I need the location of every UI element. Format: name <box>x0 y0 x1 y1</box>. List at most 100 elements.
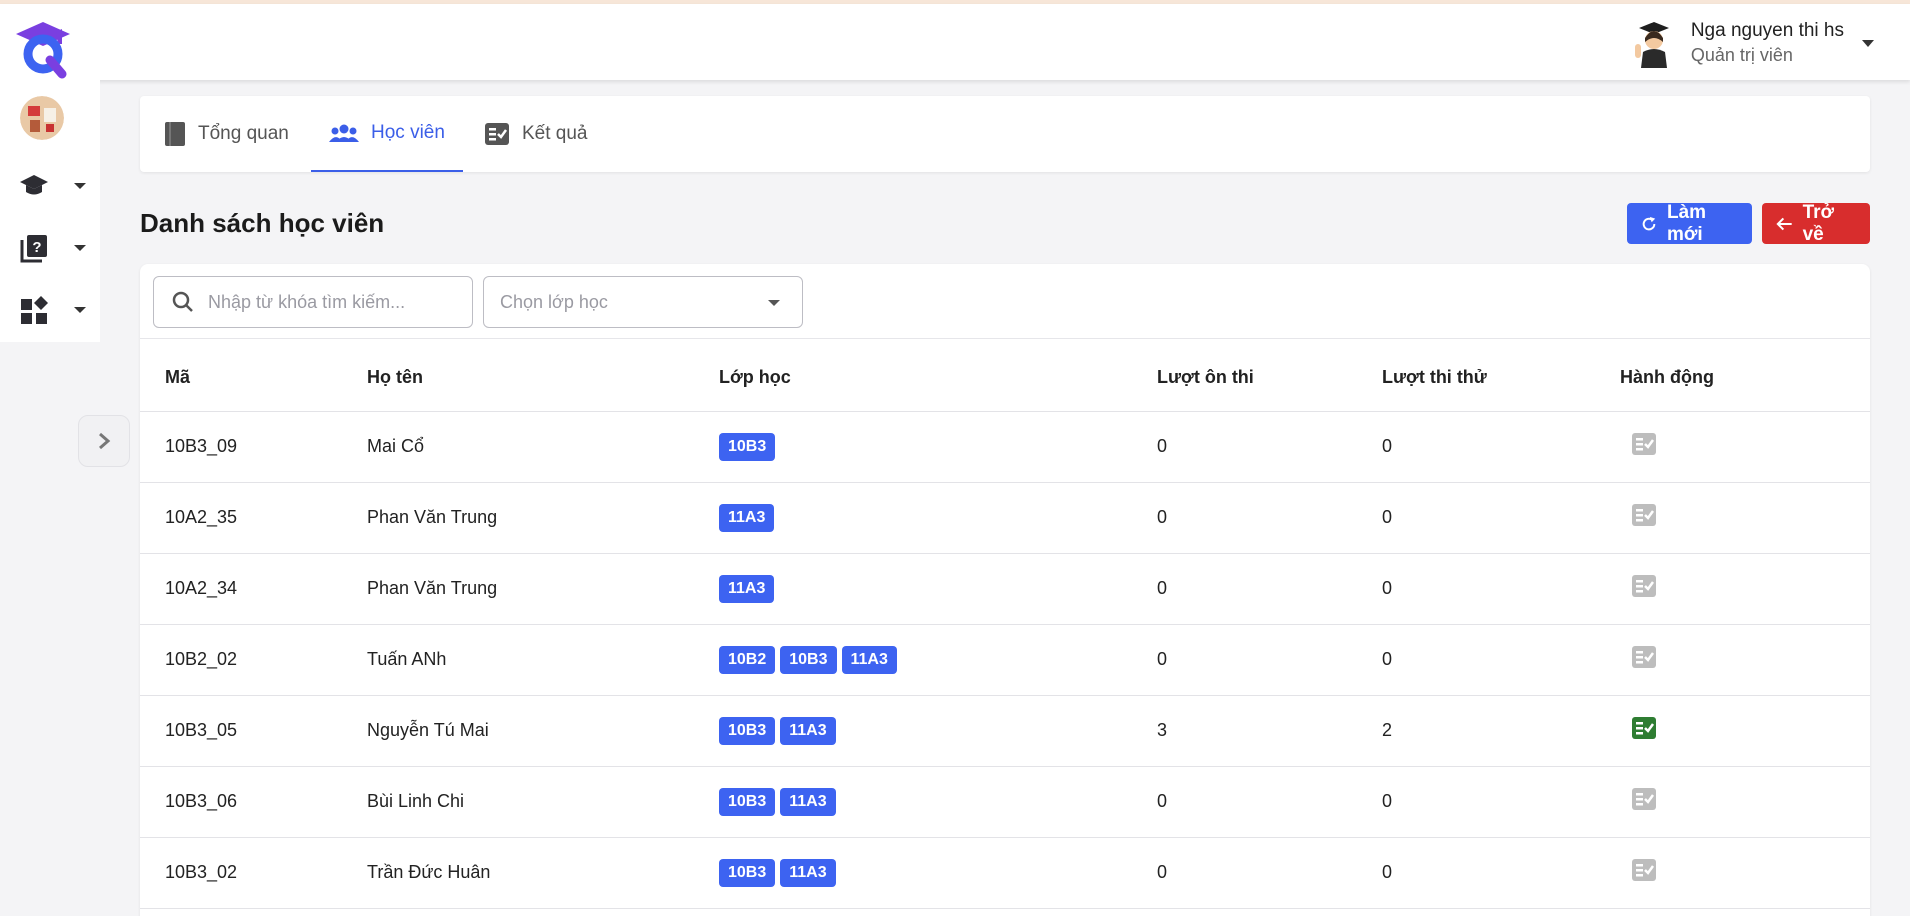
cell-classes: 10B3 11A3 <box>719 837 1157 909</box>
cell-actions <box>1620 837 1870 909</box>
class-select[interactable] <box>483 276 803 328</box>
table-row: 10A2_34 Phan Văn Trung 11A3 0 0 <box>140 553 1870 625</box>
svg-text:?: ? <box>32 239 41 256</box>
sidebar-avatar[interactable] <box>20 96 64 140</box>
students-table: Mã Họ tên Lớp học Lượt ôn thi Lượt thi t… <box>140 339 1870 909</box>
table-row: 10B3_06 Bùi Linh Chi 10B3 11A3 0 0 <box>140 766 1870 838</box>
users-icon <box>329 124 359 142</box>
sidebar-item-widgets[interactable] <box>18 294 86 326</box>
cell-code: 10B3_06 <box>140 766 367 838</box>
refresh-icon <box>1642 216 1656 230</box>
cell-mock-count: 2 <box>1382 695 1620 767</box>
sidebar-item-questions[interactable]: ? <box>18 232 86 264</box>
class-badge: 11A3 <box>719 574 775 603</box>
table-header-row: Mã Họ tên Lớp học Lượt ôn thi Lượt thi t… <box>140 339 1870 412</box>
search-input[interactable] <box>208 291 448 313</box>
table-row: 10A2_35 Phan Văn Trung 11A3 0 0 <box>140 482 1870 554</box>
class-select-input[interactable] <box>500 291 740 313</box>
column-header-practice[interactable]: Lượt ôn thi <box>1157 339 1382 412</box>
refresh-button[interactable]: Làm mới <box>1627 201 1752 245</box>
cell-actions <box>1620 553 1870 625</box>
view-results-icon <box>1631 503 1657 532</box>
cell-classes: 10B3 11A3 <box>719 695 1157 767</box>
widgets-icon <box>21 296 48 324</box>
class-badge: 11A3 <box>780 716 836 745</box>
tabs-bar: Tổng quan Học viên Kết quả <box>140 96 1870 172</box>
chevron-down-icon <box>768 300 780 306</box>
cell-code: 10B2_02 <box>140 624 367 696</box>
cell-code: 10B3_02 <box>140 837 367 909</box>
class-badge: 10B3 <box>719 858 776 887</box>
cell-mock-count: 0 <box>1382 624 1620 696</box>
column-header-actions: Hành động <box>1620 339 1870 412</box>
column-header-name[interactable]: Họ tên <box>367 339 719 412</box>
tab-label: Tổng quan <box>198 123 289 144</box>
table-row: 10B3_05 Nguyễn Tú Mai 10B3 11A3 3 2 <box>140 695 1870 767</box>
cell-classes: 11A3 <box>719 482 1157 554</box>
cell-code: 10B3_05 <box>140 695 367 767</box>
sidebar: ? <box>0 80 100 342</box>
sidebar-expand-button[interactable] <box>78 415 130 467</box>
cell-mock-count: 0 <box>1382 482 1620 554</box>
cell-practice-count: 0 <box>1157 553 1382 625</box>
class-badge: 10B3 <box>719 432 776 461</box>
search-box[interactable] <box>153 276 473 328</box>
cell-practice-count: 0 <box>1157 837 1382 909</box>
tab-label: Kết quả <box>522 123 588 144</box>
view-results-icon <box>1631 574 1657 603</box>
cell-code: 10A2_35 <box>140 482 367 554</box>
sidebar-item-courses[interactable] <box>18 170 86 202</box>
column-header-classes[interactable]: Lớp học <box>719 339 1157 412</box>
app-logo[interactable] <box>12 14 74 80</box>
view-results-icon <box>1631 858 1657 887</box>
back-label: Trở về <box>1802 201 1835 245</box>
cell-classes: 10B3 <box>719 411 1157 483</box>
cell-actions <box>1620 482 1870 554</box>
user-menu[interactable]: Nga nguyen thi hs Quản trị viên <box>1631 18 1874 68</box>
view-results-icon <box>1631 645 1657 674</box>
cell-name: Trần Đức Huân <box>367 837 719 909</box>
user-role: Quản trị viên <box>1690 45 1793 65</box>
cell-classes: 10B2 10B3 11A3 <box>719 624 1157 696</box>
tab-results[interactable]: Kết quả <box>484 96 588 172</box>
graduation-cap-icon <box>20 175 48 195</box>
cell-name: Phan Văn Trung <box>367 482 719 554</box>
user-name: Nga nguyen thi hs <box>1690 20 1844 41</box>
class-badge: 10B2 <box>719 645 776 674</box>
class-badge: 11A3 <box>780 858 836 887</box>
cell-practice-count: 0 <box>1157 411 1382 483</box>
view-results-icon[interactable] <box>1631 716 1657 745</box>
cell-practice-count: 0 <box>1157 624 1382 696</box>
table-row: 10B3_02 Trần Đức Huân 10B3 11A3 0 0 <box>140 837 1870 909</box>
view-results-icon <box>1631 787 1657 816</box>
page-title: Danh sách học viên <box>140 208 385 238</box>
top-bar: Nga nguyen thi hs Quản trị viên <box>0 4 1910 80</box>
cell-classes: 11A3 <box>719 553 1157 625</box>
book-icon <box>165 122 185 146</box>
tab-students[interactable]: Học viên <box>311 96 463 172</box>
cell-name: Tuấn ANh <box>367 624 719 696</box>
class-badge: 10B3 <box>719 787 776 816</box>
cell-code: 10A2_34 <box>140 553 367 625</box>
column-header-code[interactable]: Mã <box>140 339 367 412</box>
cell-actions <box>1620 624 1870 696</box>
tab-overview[interactable]: Tổng quan <box>164 96 289 172</box>
students-card: Mã Họ tên Lớp học Lượt ôn thi Lượt thi t… <box>140 264 1870 916</box>
cell-code: 10B3_09 <box>140 411 367 483</box>
user-avatar <box>1631 18 1677 68</box>
cell-practice-count: 3 <box>1157 695 1382 767</box>
class-badge: 11A3 <box>719 503 775 532</box>
cell-mock-count: 0 <box>1382 411 1620 483</box>
cell-mock-count: 0 <box>1382 837 1620 909</box>
chevron-down-icon[interactable] <box>1862 39 1874 47</box>
tab-label: Học viên <box>371 122 445 143</box>
cell-name: Nguyễn Tú Mai <box>367 695 719 767</box>
column-header-mock[interactable]: Lượt thi thử <box>1382 339 1620 412</box>
cell-actions <box>1620 695 1870 767</box>
back-button[interactable]: Trở về <box>1762 201 1870 245</box>
refresh-label: Làm mới <box>1666 201 1707 245</box>
table-row: 10B3_09 Mai Cổ 10B3 0 0 <box>140 411 1870 483</box>
cell-name: Mai Cổ <box>367 411 719 483</box>
cell-mock-count: 0 <box>1382 766 1620 838</box>
cell-name: Bùi Linh Chi <box>367 766 719 838</box>
